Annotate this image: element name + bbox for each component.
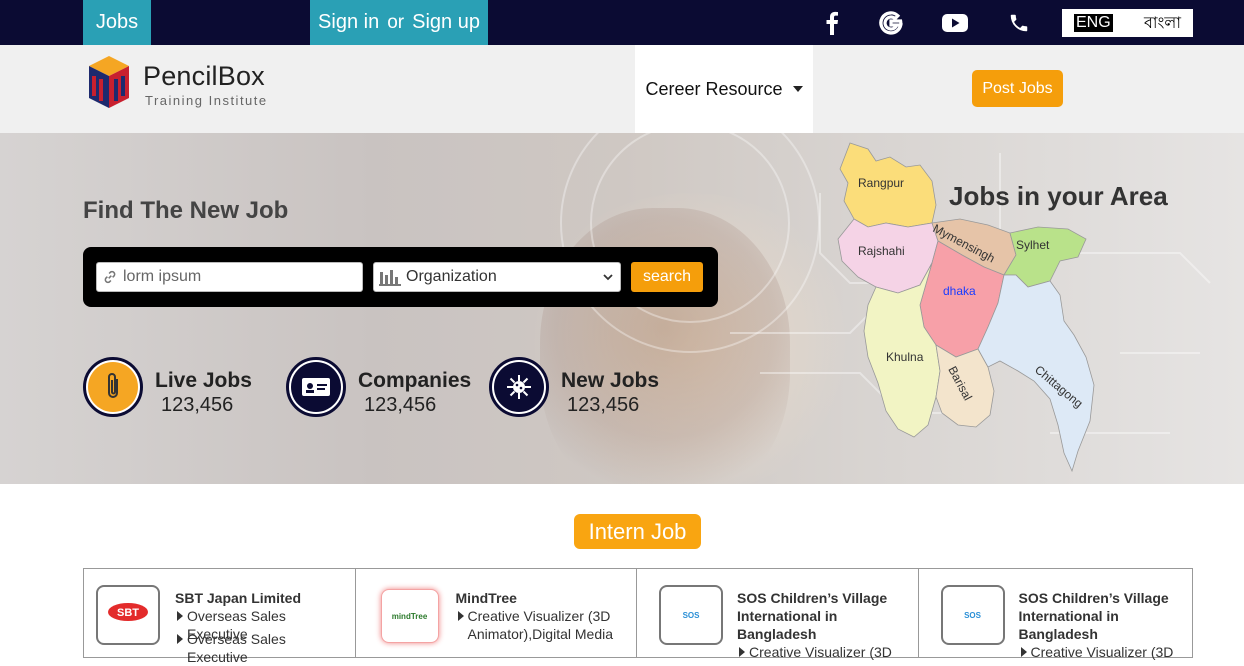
company-name: SOS Children’s Village International in … [737,590,888,642]
company-logo-text: SOS [964,610,981,620]
stat-label: Companies [358,369,472,392]
hero-section: Find The New Job lorm ipsum Organization… [0,133,1244,484]
job-card[interactable]: mindTree MindTree Creative Visualizer (3… [356,569,638,657]
organization-icon [379,270,401,286]
career-resource-label: Cereer Resource [645,78,783,99]
stat-icon-ring [489,357,549,417]
stat-count: 123,456 [161,394,234,416]
search-button[interactable]: search [631,262,703,292]
stat-count: 123,456 [364,394,437,416]
region-label-dhaka: dhaka [943,284,976,298]
intern-job-button[interactable]: Intern Job [574,514,701,549]
career-resource-dropdown[interactable]: Cereer Resource [635,45,813,133]
keyword-search-input[interactable]: lorm ipsum [96,262,363,292]
or-text: or [387,11,405,33]
job-card[interactable]: SOS SOS Children’s Village International… [919,569,1193,660]
organization-select[interactable]: Organization [373,262,621,292]
job-position[interactable]: Creative Visualizer (3D [737,643,907,661]
company-logo: mindTree [380,589,439,643]
job-position[interactable]: Creative Visualizer (3D [1019,643,1189,661]
virus-icon [494,362,544,412]
job-card[interactable]: SBT SBT Japan Limited Overseas Sales Exe… [84,569,356,665]
region-label-rajshahi: Rajshahi [858,244,905,258]
stat-count: 123,456 [567,394,640,416]
organization-select-value: Organization [406,268,497,285]
map-title: Jobs in your Area [949,181,1168,211]
company-logo-text: mindTree [391,611,428,621]
signup-link[interactable]: Sign up [412,11,480,34]
stat-icon-ring [83,357,143,417]
caret-down-icon [792,86,803,92]
region-label-khulna: Khulna [886,350,924,364]
language-switcher: ENG বাংলা [1062,9,1193,37]
logo-name: PencilBox [143,61,265,91]
company-name: SBT Japan Limited [175,590,302,606]
stat-label: New Jobs [561,369,660,392]
hero-title: Find The New Job [83,197,289,224]
phone-icon[interactable] [1005,9,1033,37]
top-bar: Jobs Sign in or Sign up ENG বাংলা [0,0,1244,45]
post-jobs-button[interactable]: Post Jobs [972,70,1063,107]
jobs-tab[interactable]: Jobs [83,0,151,45]
company-logo: SOS [940,585,1005,645]
company-name: SOS Children’s Village International in … [1018,590,1169,642]
job-card[interactable]: SOS SOS Children’s Village International… [637,569,919,660]
paperclip-icon [88,362,138,412]
logo[interactable]: PencilBox Training Institute [83,54,283,114]
lang-eng-option[interactable]: ENG [1074,14,1113,32]
youtube-icon[interactable] [941,9,969,37]
company-logo: SBT [96,585,160,645]
company-logo: SOS [659,585,724,645]
region-label-rangpur: Rangpur [858,176,904,190]
company-logo-text: SBT [117,607,139,619]
stat-new-jobs[interactable]: New Jobs 123,456 [489,357,679,417]
keyword-search-value: lorm ipsum [123,268,202,285]
signin-link[interactable]: Sign in [318,11,379,34]
stat-label: Live Jobs [155,369,252,392]
job-position[interactable]: Overseas Sales Executive [175,630,345,666]
region-label-sylhet: Sylhet [1016,238,1050,252]
stat-live-jobs[interactable]: Live Jobs 123,456 [83,357,273,417]
link-icon [104,270,116,284]
stat-icon-ring [286,357,346,417]
header: PencilBox Training Institute Cereer Reso… [0,45,1244,133]
logo-subtitle: Training Institute [145,93,268,108]
intern-job-cards: SBT SBT Japan Limited Overseas Sales Exe… [83,568,1193,665]
job-position[interactable]: Creative Visualizer (3D Animator),Digita… [456,607,626,643]
job-search-bar: lorm ipsum Organization search [83,247,718,307]
lang-bn-option[interactable]: বাংলা [1144,10,1181,37]
facebook-icon[interactable] [818,9,846,37]
id-card-icon [291,362,341,412]
chevron-down-icon [603,274,613,281]
stat-companies[interactable]: Companies 123,456 [286,357,486,417]
google-icon[interactable] [877,9,905,37]
company-name: MindTree [455,590,517,606]
auth-links: Sign in or Sign up [310,0,488,45]
pencilbox-logo-icon [89,56,129,108]
company-logo-text: SOS [682,610,700,620]
